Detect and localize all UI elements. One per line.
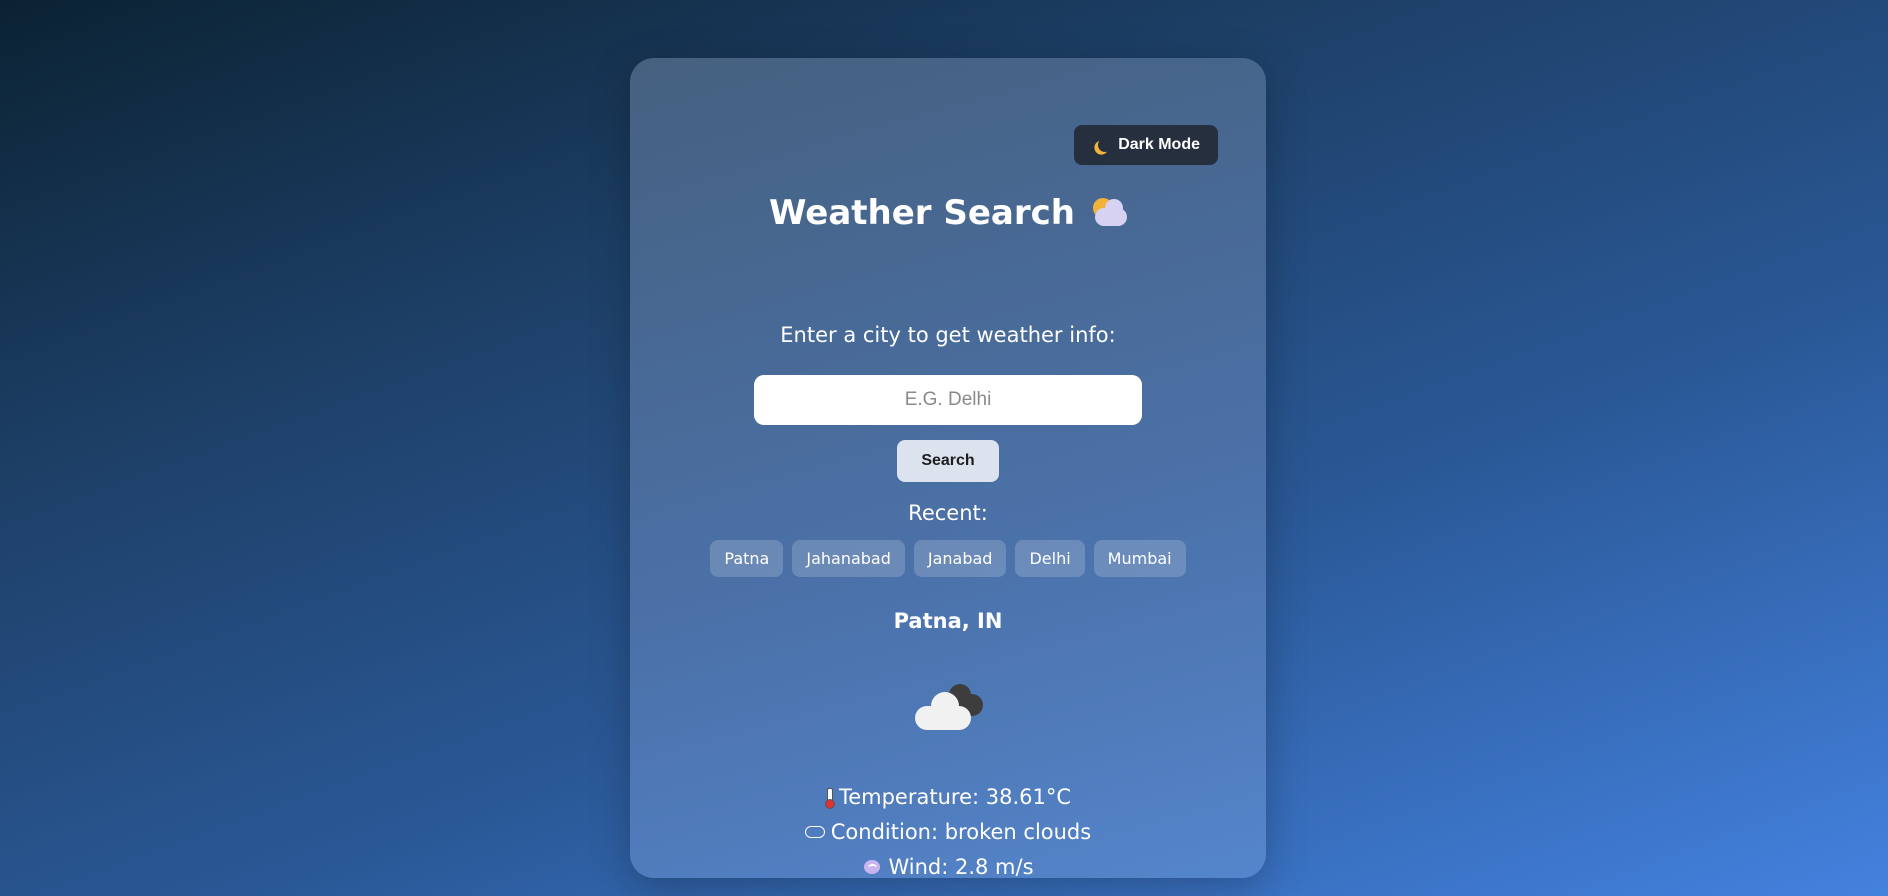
thermometer-icon [824, 788, 835, 809]
dark-mode-label: Dark Mode [1118, 136, 1200, 153]
condition-text: Condition: broken clouds [830, 820, 1092, 844]
search-prompt: Enter a city to get weather info: [780, 323, 1116, 347]
page-title-text: Weather Search [768, 193, 1076, 233]
wind-row: Wind: 2.8 m/s [630, 855, 1266, 879]
dark-mode-toggle-button[interactable]: Dark Mode [1074, 125, 1218, 165]
condition-row: Condition: broken clouds [630, 820, 1266, 844]
wind-text: Wind: 2.8 m/s [888, 855, 1034, 879]
location-name: Patna, IN [893, 609, 1003, 633]
recent-city-chip[interactable]: Mumbai [1093, 540, 1186, 577]
recent-cities-list: Patna Jahanabad Janabad Delhi Mumbai [630, 540, 1266, 577]
cloud-outline-icon [804, 826, 825, 838]
page-title: Weather Search [630, 193, 1266, 233]
recent-city-chip[interactable]: Patna [710, 540, 784, 577]
recent-city-chip[interactable]: Jahanabad [792, 540, 905, 577]
broken-clouds-icon [913, 684, 985, 732]
recent-city-chip[interactable]: Delhi [1015, 540, 1085, 577]
temperature-row: Temperature: 38.61°C [630, 785, 1266, 809]
weather-card: Dark Mode Weather Search Enter a city to… [630, 58, 1266, 879]
city-search-input[interactable] [754, 375, 1142, 425]
temperature-text: Temperature: 38.61°C [838, 785, 1072, 809]
recent-label: Recent: [908, 501, 988, 525]
search-button[interactable]: Search [897, 440, 999, 482]
sun-behind-cloud-icon [1089, 196, 1128, 230]
moon-icon [1097, 137, 1113, 153]
wind-icon [862, 858, 882, 876]
recent-city-chip[interactable]: Janabad [913, 540, 1007, 577]
